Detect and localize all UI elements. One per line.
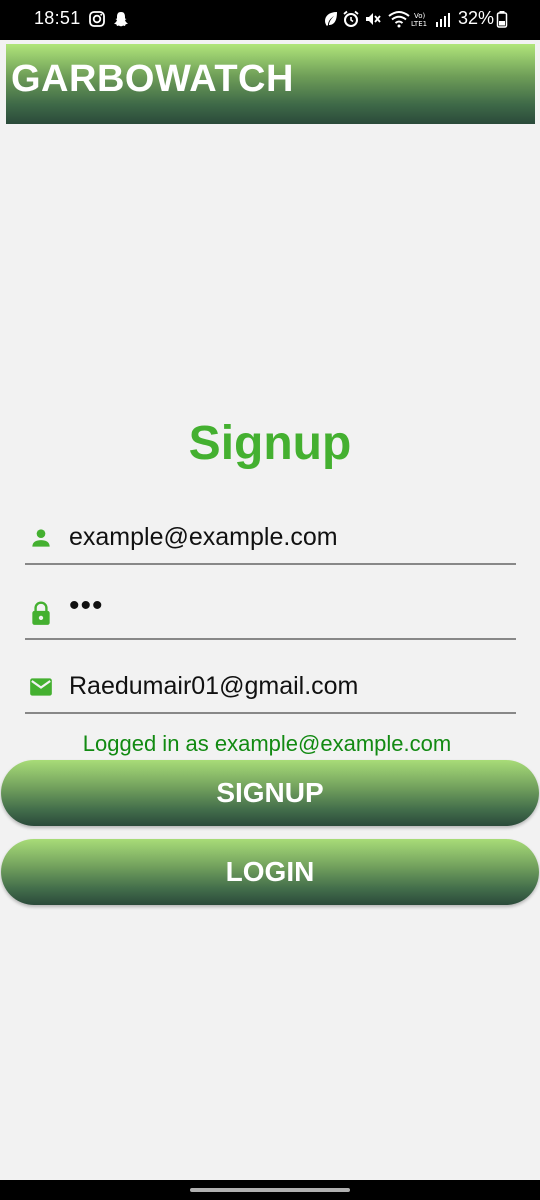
login-status-text: Logged in as example@example.com bbox=[82, 731, 452, 756]
volte-icon: Vo) LTE1 bbox=[411, 12, 427, 28]
alarm-icon bbox=[343, 10, 359, 27]
app-header: GARBOWATCH bbox=[6, 44, 535, 124]
login-button[interactable]: LOGIN bbox=[1, 839, 539, 905]
email-value: Raedumair01@gmail.com bbox=[69, 672, 359, 700]
snapchat-icon bbox=[114, 12, 128, 27]
leaf-icon bbox=[325, 12, 337, 26]
signup-button[interactable]: SIGNUP bbox=[1, 760, 539, 826]
status-bar: 18:51 Vo) LTE1 32% bbox=[0, 0, 540, 40]
app-title: GARBOWATCH bbox=[11, 58, 294, 100]
mute-icon bbox=[366, 13, 381, 25]
home-gesture-handle[interactable] bbox=[190, 1188, 350, 1192]
wifi-icon bbox=[388, 11, 410, 28]
email-field[interactable]: Raedumair01@gmail.com bbox=[25, 662, 516, 714]
username-value: example@example.com bbox=[69, 523, 338, 551]
password-field[interactable]: ••• bbox=[25, 588, 516, 640]
page-title: Signup bbox=[188, 417, 352, 470]
navigation-bar bbox=[0, 1180, 540, 1200]
mail-icon bbox=[30, 678, 52, 696]
instagram-icon bbox=[89, 11, 105, 27]
person-icon bbox=[32, 529, 50, 547]
svg-text:LTE1: LTE1 bbox=[411, 20, 427, 28]
password-value: ••• bbox=[69, 589, 104, 622]
svg-text:Vo): Vo) bbox=[414, 12, 426, 20]
signal-icon bbox=[436, 13, 450, 27]
status-time: 18:51 bbox=[34, 8, 81, 28]
battery-icon bbox=[496, 11, 508, 28]
username-field[interactable]: example@example.com bbox=[25, 513, 516, 565]
battery-percent: 32% bbox=[458, 8, 495, 28]
lock-icon bbox=[32, 601, 50, 625]
